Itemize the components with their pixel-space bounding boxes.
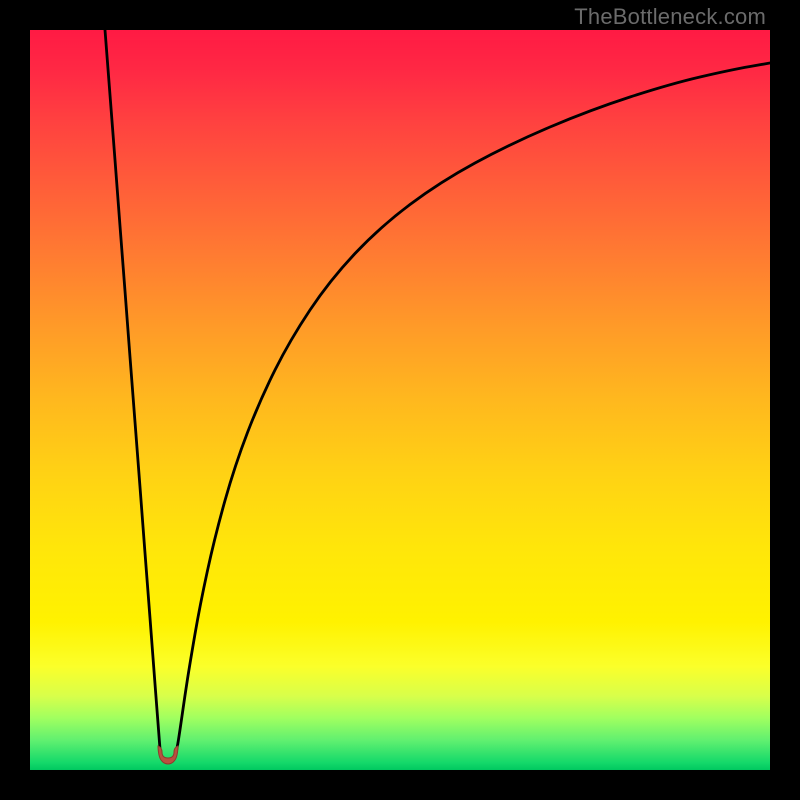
- watermark-text: TheBottleneck.com: [574, 4, 766, 30]
- bottleneck-curve: [30, 30, 770, 770]
- minimum-marker-icon: [154, 744, 182, 766]
- plot-frame: [30, 30, 770, 770]
